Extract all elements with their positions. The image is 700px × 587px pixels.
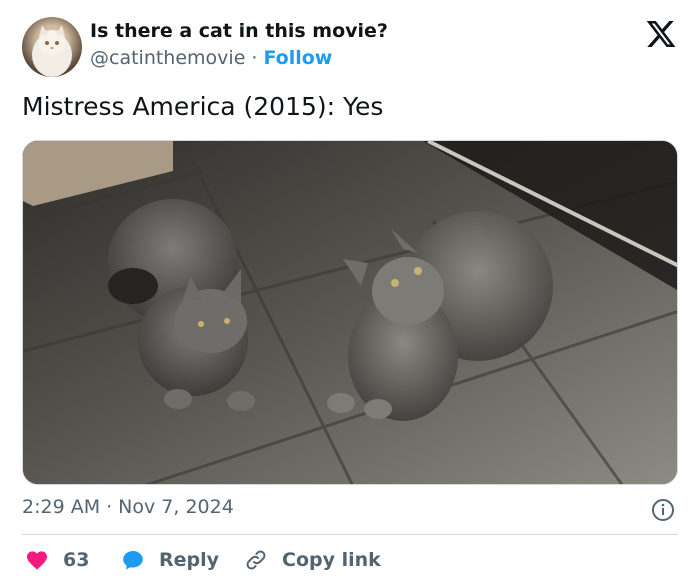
heart-icon	[27, 551, 47, 570]
handle-separator: ·	[251, 47, 258, 69]
reply-bubble-icon	[123, 551, 143, 570]
reply-button[interactable]: Reply	[121, 544, 219, 576]
tweet-timestamp[interactable]: 2:29 AM · Nov 7, 2024	[22, 496, 234, 518]
author-handle[interactable]: @catinthemovie	[90, 47, 245, 69]
copy-link-label: Copy link	[282, 549, 381, 571]
cat-avatar-icon	[32, 25, 72, 77]
timestamp-separator: ·	[106, 496, 113, 518]
link-icon	[246, 550, 266, 570]
author-handle-row: @catinthemovie · Follow	[90, 47, 332, 69]
tweet-text: Mistress America (2015): Yes	[22, 92, 384, 121]
follow-button[interactable]: Follow	[263, 47, 332, 69]
action-bar: 63 Reply Copy link	[22, 544, 678, 576]
like-count: 63	[63, 549, 90, 571]
x-logo-icon[interactable]	[645, 18, 677, 50]
avatar[interactable]	[22, 17, 82, 77]
divider	[22, 534, 678, 535]
info-icon[interactable]	[651, 498, 675, 522]
tweet-card: Is there a cat in this movie? @catinthem…	[0, 0, 700, 587]
reply-label: Reply	[159, 549, 220, 571]
tweet-media[interactable]	[22, 140, 678, 485]
copy-link-button[interactable]: Copy link	[244, 544, 381, 576]
author-name[interactable]: Is there a cat in this movie?	[90, 20, 388, 42]
tweet-date: Nov 7, 2024	[118, 496, 234, 518]
like-button[interactable]: 63	[25, 544, 89, 576]
tweet-time: 2:29 AM	[22, 496, 101, 518]
cats-photo	[23, 141, 677, 484]
